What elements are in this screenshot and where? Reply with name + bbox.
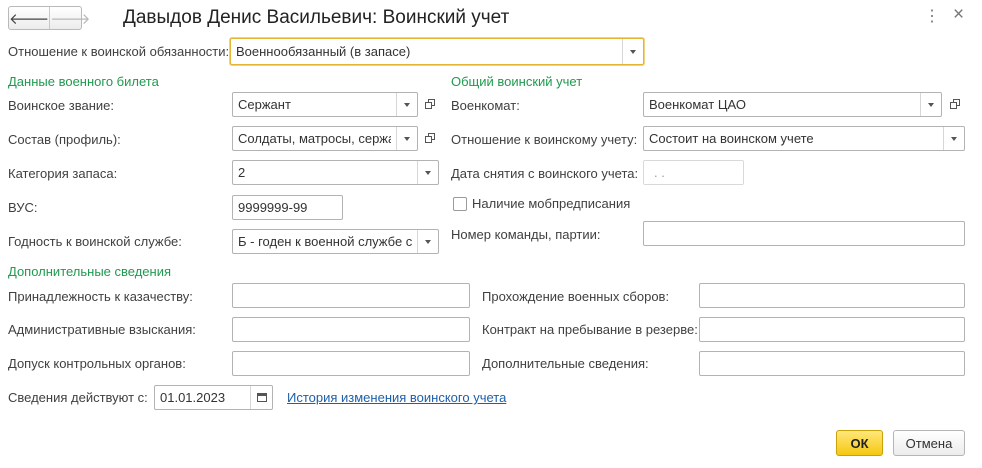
- registration-label: Отношение к воинскому учету:: [451, 132, 638, 147]
- effective-date-value: 01.01.2023: [160, 390, 226, 405]
- attitude-value: Военнообязанный (в запасе): [236, 44, 411, 59]
- commissariat-dropdown-button[interactable]: [920, 93, 941, 116]
- effective-date-label: Сведения действуют с:: [8, 390, 148, 405]
- reserve-category-label: Категория запаса:: [8, 166, 118, 181]
- chevron-down-icon: [425, 239, 431, 244]
- fitness-label: Годность к воинской службе:: [8, 234, 182, 249]
- rank-label: Воинское звание:: [8, 98, 114, 113]
- reserve-contract-input[interactable]: [699, 317, 965, 342]
- fitness-value: Б - годен к военной службе с незначитель…: [238, 234, 412, 249]
- registration-select[interactable]: Состоит на воинском учете: [643, 126, 965, 151]
- composition-open-button[interactable]: [420, 127, 440, 150]
- vus-label: ВУС:: [8, 200, 38, 215]
- penalties-label: Административные взыскания:: [8, 322, 196, 337]
- chevron-down-icon: [951, 136, 957, 141]
- arrow-right-icon: 🡒: [50, 10, 91, 28]
- chevron-down-icon: [928, 102, 934, 107]
- general-section-title: Общий воинский учет: [451, 74, 583, 89]
- reserve-category-dropdown-button[interactable]: [417, 161, 438, 184]
- composition-value: Солдаты, матросы, сержанты: [238, 131, 391, 146]
- cossack-label: Принадлежность к казачеству:: [8, 289, 193, 304]
- chevron-down-icon: [404, 102, 410, 107]
- cancel-button[interactable]: Отмена: [893, 430, 965, 456]
- back-button[interactable]: 🡐: [9, 7, 49, 29]
- fitness-dropdown-button[interactable]: [417, 230, 438, 253]
- rank-value: Сержант: [238, 97, 291, 112]
- arrow-left-icon: 🡐: [9, 10, 50, 28]
- reserve-category-value: 2: [238, 165, 246, 180]
- chevron-down-icon: [425, 170, 431, 175]
- team-number-label: Номер команды, партии:: [451, 227, 601, 242]
- reserve-category-select[interactable]: 2: [232, 160, 439, 185]
- commissariat-open-button[interactable]: [945, 93, 965, 116]
- ok-button[interactable]: ОК: [836, 430, 883, 456]
- more-menu-icon[interactable]: ⋮: [924, 8, 940, 26]
- extra-info-label: Дополнительные сведения:: [482, 356, 649, 371]
- effective-date-input[interactable]: 01.01.2023: [154, 385, 273, 410]
- training-label: Прохождение военных сборов:: [482, 289, 670, 304]
- clearance-label: Допуск контрольных органов:: [8, 356, 186, 371]
- window-title: Давыдов Денис Васильевич: Воинский учет: [123, 7, 510, 28]
- commissariat-label: Военкомат:: [451, 98, 520, 113]
- removal-date-input[interactable]: . .: [643, 160, 744, 185]
- commissariat-select[interactable]: Военкомат ЦАО: [643, 92, 942, 117]
- cossack-input[interactable]: [232, 283, 470, 308]
- vus-input[interactable]: 9999999-99: [232, 195, 343, 220]
- additional-section-title: Дополнительные сведения: [8, 264, 172, 279]
- training-input[interactable]: [699, 283, 965, 308]
- composition-dropdown-button[interactable]: [396, 127, 417, 150]
- registration-value: Состоит на воинском учете: [649, 131, 814, 146]
- history-link[interactable]: История изменения воинского учета: [287, 390, 506, 405]
- mob-order-checkbox[interactable]: [453, 197, 467, 211]
- forward-button[interactable]: 🡒: [49, 7, 90, 29]
- removal-date-label: Дата снятия с воинского учета:: [451, 166, 639, 181]
- attitude-label: Отношение к воинской обязанности:: [8, 44, 230, 59]
- registration-dropdown-button[interactable]: [943, 127, 964, 150]
- rank-select[interactable]: Сержант: [232, 92, 418, 117]
- reserve-contract-label: Контракт на пребывание в резерве:: [482, 322, 698, 337]
- navigation-buttons: 🡐 🡒: [8, 6, 90, 30]
- composition-label: Состав (профиль):: [8, 132, 121, 147]
- chevron-down-icon: [630, 49, 636, 54]
- composition-select[interactable]: Солдаты, матросы, сержанты: [232, 126, 418, 151]
- rank-dropdown-button[interactable]: [396, 93, 417, 116]
- penalties-input[interactable]: [232, 317, 470, 342]
- fitness-select[interactable]: Б - годен к военной службе с незначитель…: [232, 229, 439, 254]
- military-id-section-title: Данные военного билета: [8, 74, 159, 89]
- mob-order-label: Наличие мобпредписания: [472, 196, 631, 211]
- clearance-input[interactable]: [232, 351, 470, 376]
- extra-info-input[interactable]: [699, 351, 965, 376]
- chevron-down-icon: [404, 136, 410, 141]
- attitude-dropdown-button[interactable]: [622, 39, 643, 64]
- close-icon[interactable]: ×: [953, 5, 964, 24]
- vus-value: 9999999-99: [238, 200, 308, 215]
- attitude-select[interactable]: Военнообязанный (в запасе): [230, 38, 644, 65]
- rank-open-button[interactable]: [420, 93, 440, 116]
- commissariat-value: Военкомат ЦАО: [649, 97, 746, 112]
- team-number-input[interactable]: [643, 221, 965, 246]
- removal-date-value: . .: [654, 165, 665, 180]
- calendar-button[interactable]: [250, 386, 272, 409]
- calendar-icon: [256, 393, 267, 402]
